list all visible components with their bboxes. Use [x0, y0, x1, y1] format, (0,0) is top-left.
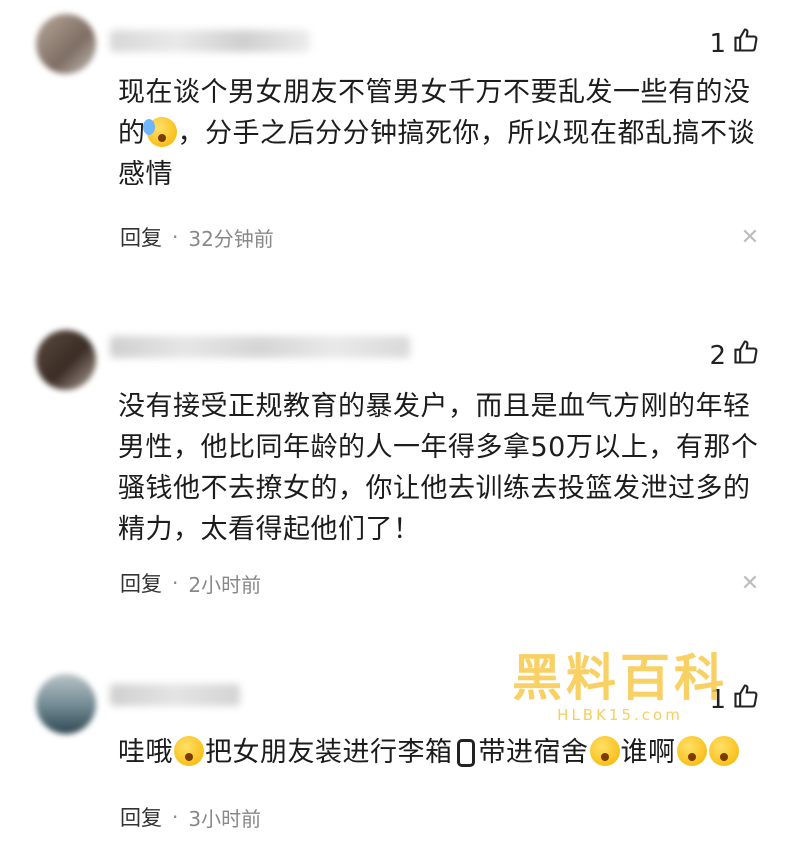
- avatar[interactable]: [36, 330, 96, 390]
- comment-meta: 回复 · 3小时前: [120, 802, 261, 832]
- comment-meta: 回复 · 32分钟前: [120, 222, 274, 252]
- surprised-face-emoji-icon: [708, 736, 739, 766]
- separator: ·: [172, 225, 179, 249]
- comment-line: 骚钱他不去撩女的，你让他去训练去投篮发泄过多的: [118, 473, 751, 504]
- watermark-logo: 黑料百科 HLBK15.com: [480, 648, 760, 724]
- kissing-face-emoji-icon: [676, 736, 707, 766]
- comment-line: 哇哦 把女朋友装进行李箱 带进宿舍 谁啊: [118, 732, 763, 773]
- luggage-icon: [456, 739, 475, 767]
- like-count: 2: [709, 340, 726, 371]
- separator: ·: [172, 571, 179, 595]
- username-blurred[interactable]: [110, 30, 310, 52]
- comment-line: 精力，太看得起他们了！: [118, 514, 421, 545]
- avatar[interactable]: [36, 674, 96, 734]
- thumbs-up-icon: [732, 26, 760, 61]
- thumbs-up-icon: [732, 338, 760, 373]
- username-blurred[interactable]: [110, 684, 240, 706]
- crying-laugh-emoji-icon: [142, 117, 177, 147]
- close-icon[interactable]: ✕: [740, 227, 760, 249]
- comment-line: 男性，他比同年龄的人一年得多拿50万以上，有那个: [118, 432, 759, 463]
- separator: ·: [172, 805, 179, 829]
- kissing-face-emoji-icon: [589, 736, 620, 766]
- comment-1: 1 现在谈个男女朋友不管男女千万不要乱发一些有的没 的，分手之后分分钟搞死你，所…: [0, 0, 800, 270]
- comment-line: 的，分手之后分分钟搞死你，所以现在都乱搞不谈: [118, 117, 755, 149]
- comment-meta: 回复 · 2小时前: [120, 568, 261, 598]
- watermark-domain: HLBK15.com: [557, 706, 683, 724]
- reply-button[interactable]: 回复: [120, 222, 162, 252]
- comment-line: 现在谈个男女朋友不管男女千万不要乱发一些有的没: [118, 77, 751, 108]
- comment-line: 没有接受正规教育的暴发户，而且是血气方刚的年轻: [118, 391, 751, 422]
- comment-line: 感情: [118, 159, 173, 190]
- username-blurred[interactable]: [110, 336, 410, 358]
- like-count: 1: [709, 28, 726, 59]
- reply-button[interactable]: 回复: [120, 802, 162, 832]
- avatar[interactable]: [36, 14, 96, 74]
- timestamp: 3小时前: [188, 806, 262, 831]
- comment-text: 哇哦 把女朋友装进行李箱 带进宿舍 谁啊: [118, 732, 763, 773]
- watermark-brand: 黑料百科: [512, 649, 728, 707]
- reply-button[interactable]: 回复: [120, 568, 162, 598]
- like-button[interactable]: 1: [709, 26, 760, 61]
- comment-text: 现在谈个男女朋友不管男女千万不要乱发一些有的没 的，分手之后分分钟搞死你，所以现…: [118, 72, 763, 195]
- like-button[interactable]: 2: [709, 338, 760, 373]
- surprised-face-emoji-icon: [174, 736, 204, 766]
- comment-text: 没有接受正规教育的暴发户，而且是血气方刚的年轻 男性，他比同年龄的人一年得多拿5…: [118, 386, 763, 550]
- timestamp: 32分钟前: [188, 226, 274, 251]
- close-icon[interactable]: ✕: [740, 573, 760, 595]
- timestamp: 2小时前: [188, 572, 262, 597]
- comment-2: 2 没有接受正规教育的暴发户，而且是血气方刚的年轻 男性，他比同年龄的人一年得多…: [0, 300, 800, 620]
